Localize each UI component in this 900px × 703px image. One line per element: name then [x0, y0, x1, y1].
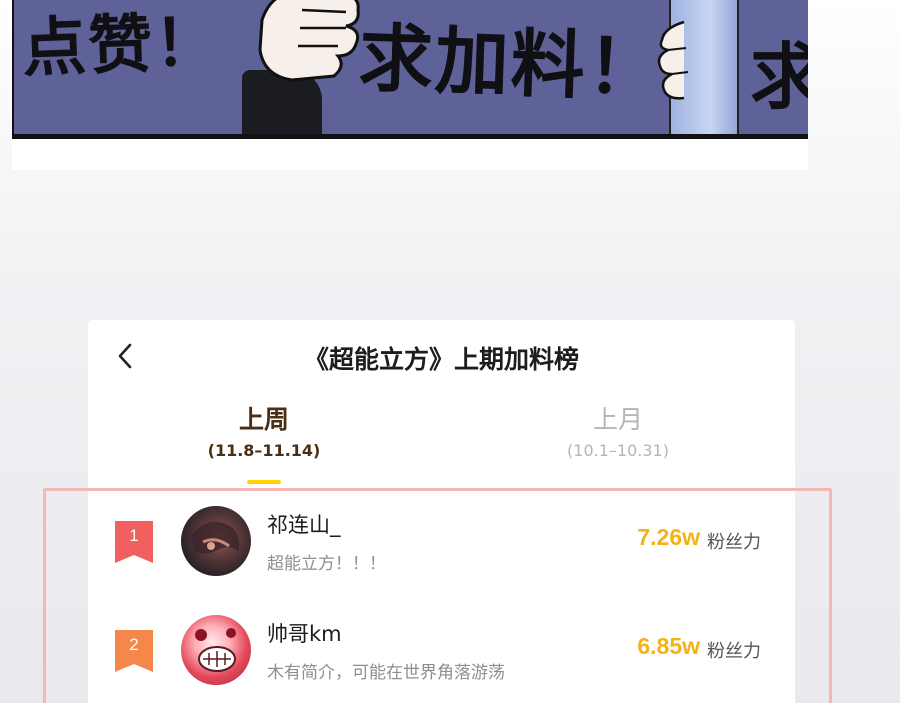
- fan-power-value: 7.26w: [637, 524, 700, 550]
- rank-number: 2: [129, 635, 139, 654]
- list-item[interactable]: 1 祁连山_ 超能立方！！！ 7.26w 粉丝力: [88, 506, 795, 606]
- tab-range: (11.8–11.14): [207, 441, 321, 460]
- comic-text-left: 点赞！: [20, 5, 222, 87]
- avatar-image-icon: [191, 521, 240, 554]
- tab-last-month[interactable]: 上月 (10.1–10.31): [518, 404, 718, 464]
- user-name[interactable]: 帅哥km: [267, 618, 342, 648]
- comic-text-middle: 求加料！: [357, 15, 665, 113]
- tab-label: 上周: [238, 405, 289, 434]
- tab-last-week[interactable]: 上周 (11.8–11.14): [164, 404, 364, 464]
- fan-power-unit: 粉丝力: [707, 641, 761, 662]
- fan-power-unit: 粉丝力: [707, 532, 761, 553]
- page-title: 《超能立方》上期加料榜: [303, 345, 579, 374]
- ranking-card: 《超能立方》上期加料榜 上周 (11.8–11.14) 上月 (10.1–10.…: [88, 320, 795, 703]
- avatar-image-icon: [195, 628, 236, 672]
- comic-panel: 点赞！ 求加料！ 求: [12, 0, 808, 139]
- tab-label: 上月: [592, 405, 643, 434]
- period-tabs: 上周 (11.8–11.14) 上月 (10.1–10.31): [88, 404, 795, 484]
- comic-fingers-icon: [657, 20, 689, 100]
- rank-number: 1: [129, 526, 139, 545]
- comic-hand-icon: [258, 0, 360, 82]
- tab-range: (10.1–10.31): [567, 441, 669, 460]
- avatar[interactable]: [181, 615, 251, 685]
- card-header: 《超能立方》上期加料榜: [88, 320, 795, 394]
- fan-power-value: 6.85w: [637, 633, 700, 659]
- active-tab-indicator: [247, 480, 281, 484]
- avatar[interactable]: [181, 506, 251, 576]
- rank-badge: 1: [115, 521, 153, 563]
- user-name[interactable]: 祁连山_: [267, 509, 341, 539]
- user-bio: 木有简介，可能在世界角落游荡: [267, 663, 505, 683]
- user-bio: 超能立方！！！: [267, 554, 386, 574]
- comic-text-right: 求: [750, 18, 808, 123]
- comic-strip: 点赞！ 求加料！ 求: [12, 0, 808, 170]
- rank-badge: 2: [115, 630, 153, 672]
- list-item[interactable]: 2 帅哥km 木有简介，可能在世界角落游荡 6.85w 粉丝力: [88, 615, 795, 703]
